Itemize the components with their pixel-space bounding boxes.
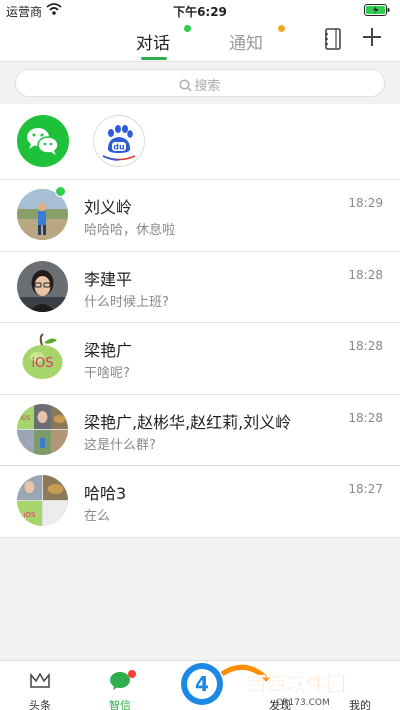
notice-dot <box>278 25 285 32</box>
chat-row-4[interactable]: iOS 梁艳广,赵彬华,赵红莉,刘义岭 这是什么群? 18:28 <box>0 395 400 466</box>
crown-icon <box>30 672 50 688</box>
avatar-text: iOS <box>20 415 30 422</box>
watermark-logo: 4 西西软件园 CR173.COM <box>176 660 386 710</box>
unread-badge <box>128 670 136 678</box>
chat-name: 哈哈3 <box>84 484 127 503</box>
avatar <box>17 260 68 312</box>
chat-time: 18:27 <box>348 482 383 496</box>
chat-row-5[interactable]: iOS 哈哈3 在么 18:27 <box>0 466 400 538</box>
chat-time: 18:28 <box>348 267 383 282</box>
baidu-logo-text: du <box>113 143 125 152</box>
chat-preview: 干啥呢? <box>84 366 130 381</box>
top-nav: 对话 通知 <box>0 20 400 62</box>
clock: 下午6:29 <box>173 5 227 19</box>
watermark-brand: 西西软件园 <box>246 672 346 696</box>
tab-dialog[interactable]: 对话 <box>136 29 170 54</box>
chat-name: 梁艳广,赵彬华,赵红莉,刘义岭 <box>84 412 292 432</box>
search-input[interactable]: 搜索 <box>15 69 385 97</box>
tab-label: 头条 <box>29 699 51 710</box>
tab-messages[interactable]: 智信 <box>80 661 160 710</box>
status-bar: 运营商 下午6:29 <box>0 0 400 20</box>
watermark-site: CR173.COM <box>276 698 330 708</box>
baidu-icon[interactable]: du <box>93 115 145 167</box>
contacts-icon[interactable] <box>324 28 342 54</box>
tab-notice[interactable]: 通知 <box>229 29 263 54</box>
chat-name: 李建平 <box>84 269 133 289</box>
unread-dot <box>184 25 191 32</box>
avatar: iOS <box>17 332 68 383</box>
chat-preview: 哈哈哈，休息啦 <box>84 223 176 238</box>
avatar-text: iOS <box>31 356 53 371</box>
chat-preview: 什么时候上班? <box>84 294 169 310</box>
chat-row-3[interactable]: iOS 梁艳广 干啥呢? 18:28 <box>0 323 400 395</box>
group-avatar: iOS <box>17 403 68 455</box>
chat-row-1[interactable]: 刘义岭 哈哈哈，休息啦 18:29 <box>0 180 400 252</box>
chat-time: 18:29 <box>348 196 383 210</box>
app-shortcuts: du <box>0 104 400 180</box>
chat-preview: 在么 <box>84 509 111 524</box>
chat-list: 刘义岭 哈哈哈，休息啦 18:29 李建平 什么时候上班? 18:28 iOS … <box>0 180 400 538</box>
tab-label: 智信 <box>109 699 131 710</box>
search-placeholder: 搜索 <box>194 79 221 94</box>
chat-preview: 这是什么群? <box>84 437 156 453</box>
wechat-icon[interactable] <box>17 115 69 167</box>
chat-row-2[interactable]: 李建平 什么时候上班? 18:28 <box>0 252 400 323</box>
avatar-text: iOS <box>24 511 36 519</box>
chat-time: 18:28 <box>348 410 383 425</box>
battery-icon <box>364 4 390 19</box>
active-tab-indicator <box>141 57 167 60</box>
tab-headlines[interactable]: 头条 <box>0 661 80 710</box>
svg-text:4: 4 <box>195 672 209 696</box>
chat-time: 18:28 <box>348 339 383 353</box>
search-icon <box>179 79 192 92</box>
add-icon[interactable] <box>361 26 383 52</box>
search-area: 搜索 <box>0 62 400 104</box>
group-avatar: iOS <box>17 475 68 526</box>
online-status-dot <box>55 186 66 197</box>
chat-name: 刘义岭 <box>84 198 133 217</box>
chat-name: 梁艳广 <box>84 341 133 360</box>
